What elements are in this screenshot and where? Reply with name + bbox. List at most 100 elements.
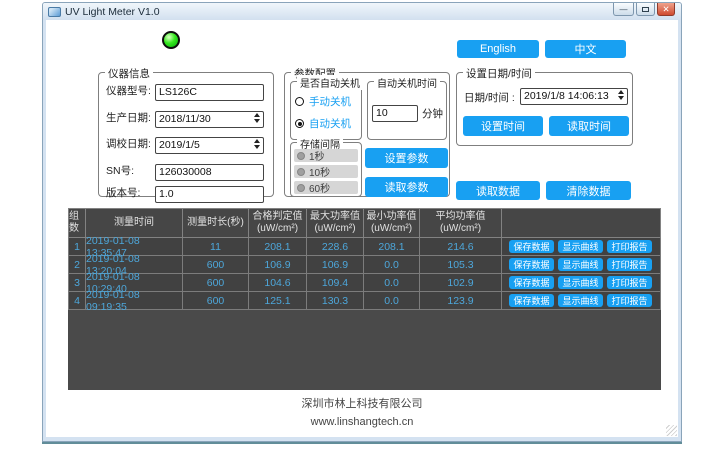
resize-grip[interactable] [666, 425, 677, 436]
version-field-row: 版本号: [106, 184, 264, 201]
radio-interval-60s[interactable]: 60秒 [294, 181, 358, 194]
set-params-button[interactable]: 设置参数 [365, 148, 448, 168]
save-data-button[interactable]: 保存数据 [509, 240, 554, 253]
header-line2: (uW/cm²) [440, 223, 481, 236]
radio-unchecked-icon [295, 97, 304, 106]
storage-interval-group: 存储间隔 1秒 10秒 60秒 [290, 142, 362, 197]
auto-shutdown-label: 自动关机 [309, 116, 351, 131]
title-bar[interactable]: UV Light Meter V1.0 — ✕ [43, 3, 681, 20]
cell-pass-value: 104.6 [249, 274, 307, 292]
clear-data-button[interactable]: 清除数据 [546, 181, 631, 200]
maximize-button[interactable] [636, 3, 655, 16]
save-data-button[interactable]: 保存数据 [509, 276, 554, 289]
desktop: UV Light Meter V1.0 — ✕ English 中文 仪器信息 … [0, 0, 726, 450]
spinner-icon[interactable] [254, 109, 260, 126]
calibration-date-input[interactable] [155, 137, 264, 154]
table-row[interactable]: 4 2019-01-08 09:19:35 600 125.1 130.3 0.… [68, 292, 661, 310]
print-report-button[interactable]: 打印报告 [607, 240, 652, 253]
show-curve-button[interactable]: 显示曲线 [558, 276, 603, 289]
radio-auto-shutdown[interactable]: 自动关机 [295, 116, 351, 131]
cell-group-index: 1 [68, 238, 86, 256]
cell-row-actions: 保存数据 显示曲线 打印报告 [502, 238, 661, 256]
version-label: 版本号: [106, 185, 155, 200]
window-controls: — ✕ [613, 3, 675, 16]
cell-duration: 600 [183, 274, 249, 292]
show-curve-button[interactable]: 显示曲线 [558, 240, 603, 253]
read-time-button[interactable]: 读取时间 [549, 116, 629, 136]
production-date-input[interactable] [155, 111, 264, 128]
manual-shutdown-label: 手动关机 [309, 94, 351, 109]
shutdown-time-group: 自动关机时间 分钟 [367, 81, 447, 140]
cell-measure-time: 2019-01-08 09:19:35 [86, 292, 183, 310]
auto-shutdown-group: 是否自动关机 手动关机 自动关机 [290, 81, 362, 140]
radio-disabled-icon [297, 168, 305, 176]
instrument-info-group-label: 仪器信息 [105, 66, 153, 81]
measurement-table: 组数 测量时间 测量时长(秒) 合格判定值 (uW/cm²) 最大功率值 (uW… [68, 208, 661, 390]
save-data-button[interactable]: 保存数据 [509, 294, 554, 307]
production-date-label: 生产日期: [106, 110, 155, 125]
radio-interval-1s[interactable]: 1秒 [294, 149, 358, 162]
read-params-button[interactable]: 读取参数 [365, 177, 448, 197]
cell-avg-power: 214.6 [420, 238, 502, 256]
cell-min-power: 208.1 [364, 238, 420, 256]
calibration-date-field-row: 调校日期: [106, 135, 264, 152]
sn-input[interactable] [155, 164, 264, 181]
radio-interval-10s[interactable]: 10秒 [294, 165, 358, 178]
read-data-button[interactable]: 读取数据 [456, 181, 540, 200]
model-input[interactable] [155, 84, 264, 101]
cell-max-power: 106.9 [307, 256, 364, 274]
interval-60s-label: 60秒 [309, 180, 330, 195]
sn-field-row: SN号: [106, 162, 264, 179]
chinese-button[interactable]: 中文 [545, 40, 626, 58]
table-header-cell: 平均功率值 (uW/cm²) [420, 208, 502, 238]
radio-manual-shutdown[interactable]: 手动关机 [295, 94, 351, 109]
connection-status-light [162, 31, 180, 49]
cell-group-index: 2 [68, 256, 86, 274]
minutes-unit-label: 分钟 [422, 106, 443, 121]
print-report-button[interactable]: 打印报告 [607, 258, 652, 271]
version-input[interactable] [155, 186, 264, 203]
table-header-cell: 最小功率值 (uW/cm²) [364, 208, 420, 238]
datetime-input[interactable] [520, 88, 628, 105]
cell-avg-power: 102.9 [420, 274, 502, 292]
cell-row-actions: 保存数据 显示曲线 打印报告 [502, 274, 661, 292]
show-curve-button[interactable]: 显示曲线 [558, 258, 603, 271]
header-line2: (uW/cm²) [371, 223, 412, 236]
print-report-button[interactable]: 打印报告 [607, 294, 652, 307]
production-date-field-row: 生产日期: [106, 109, 264, 126]
spinner-icon[interactable] [618, 86, 624, 103]
header-line1: 组数 [69, 211, 85, 236]
header-line1: 最小功率值 [367, 211, 417, 224]
english-button[interactable]: English [457, 40, 539, 58]
datetime-field-label: 日期/时间 : [464, 90, 515, 105]
header-line2: (uW/cm²) [314, 223, 355, 236]
instrument-info-group: 仪器信息 仪器型号: 生产日期: 调校日期: SN号: [98, 72, 274, 197]
table-header-cell: 合格判定值 (uW/cm²) [249, 208, 307, 238]
print-report-button[interactable]: 打印报告 [607, 276, 652, 289]
interval-10s-label: 10秒 [309, 164, 330, 179]
cell-group-index: 3 [68, 274, 86, 292]
save-data-button[interactable]: 保存数据 [509, 258, 554, 271]
cell-avg-power: 123.9 [420, 292, 502, 310]
maximize-icon [642, 7, 649, 12]
cell-max-power: 109.4 [307, 274, 364, 292]
radio-disabled-icon [297, 152, 305, 160]
show-curve-button[interactable]: 显示曲线 [558, 294, 603, 307]
close-button[interactable]: ✕ [657, 3, 675, 16]
set-time-button[interactable]: 设置时间 [463, 116, 543, 136]
cell-pass-value: 208.1 [249, 238, 307, 256]
spinner-icon[interactable] [254, 135, 260, 152]
cell-min-power: 0.0 [364, 256, 420, 274]
cell-duration: 600 [183, 256, 249, 274]
shutdown-time-group-label: 自动关机时间 [374, 75, 440, 90]
calibration-date-label: 调校日期: [106, 136, 155, 151]
cell-min-power: 0.0 [364, 292, 420, 310]
sn-label: SN号: [106, 163, 155, 178]
shutdown-time-input[interactable] [372, 105, 418, 122]
cell-min-power: 0.0 [364, 274, 420, 292]
cell-pass-value: 125.1 [249, 292, 307, 310]
minimize-button[interactable]: — [613, 3, 634, 16]
website-link[interactable]: www.linshangtech.cn [46, 416, 678, 428]
datetime-group: 设置日期/时间 日期/时间 : 设置时间 读取时间 [456, 72, 633, 146]
cell-group-index: 4 [68, 292, 86, 310]
